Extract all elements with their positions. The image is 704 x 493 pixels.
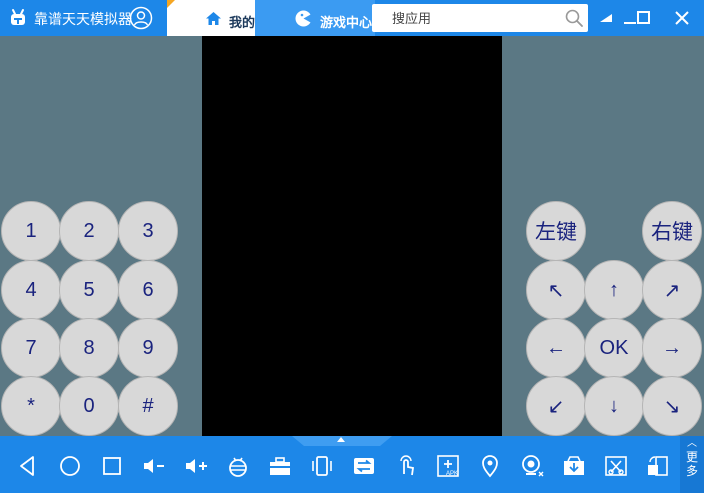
bee-icon <box>229 457 247 477</box>
dpad-down[interactable]: ↓ <box>584 376 644 436</box>
close-icon[interactable] <box>670 6 694 30</box>
emulator-screen[interactable] <box>202 36 502 436</box>
location-icon <box>482 455 498 478</box>
keypad-key-0[interactable]: 0 <box>59 376 119 436</box>
keypad-key-1[interactable]: 1 <box>1 201 61 261</box>
left-click-button[interactable]: 左键 <box>526 201 586 261</box>
dpad-down-left[interactable]: ↙ <box>526 376 586 436</box>
volume-down-button[interactable] <box>136 448 172 484</box>
camera-button[interactable] <box>514 448 550 484</box>
search-icon[interactable] <box>565 9 583 27</box>
right-click-button[interactable]: 右键 <box>642 201 702 261</box>
keypad-key-3[interactable]: 3 <box>118 201 178 261</box>
dpad-up[interactable]: ↑ <box>584 260 644 320</box>
keypad-key-hash[interactable]: # <box>118 376 178 436</box>
app-logo-icon <box>11 9 25 25</box>
tab-my-label: 我的 <box>229 15 255 30</box>
dpad-up-right[interactable]: ↗ <box>642 260 702 320</box>
toolbox-icon <box>270 457 290 475</box>
keypad-key-2[interactable]: 2 <box>59 201 119 261</box>
dpad-up-left[interactable]: ↖ <box>526 260 586 320</box>
tab-corner-fold <box>167 0 175 8</box>
search-input[interactable] <box>392 4 562 32</box>
screenshot-icon <box>605 456 627 476</box>
menu-triangle-icon[interactable] <box>594 6 618 30</box>
screenshot-button[interactable] <box>598 448 634 484</box>
home-tab-icon <box>206 12 221 25</box>
tab-game-center-label: 游戏中心 <box>320 15 373 30</box>
account-icon[interactable] <box>129 6 153 30</box>
keypad-key-6[interactable]: 6 <box>118 260 178 320</box>
back-icon <box>20 456 34 476</box>
shake-button[interactable] <box>304 448 340 484</box>
back-button[interactable] <box>9 448 45 484</box>
add-apk-button[interactable]: APK <box>430 448 466 484</box>
shake-icon <box>312 456 332 476</box>
location-button[interactable] <box>472 448 508 484</box>
apk-label: APK <box>446 471 458 477</box>
dpad-right[interactable]: → <box>642 318 702 378</box>
recent-apps-button[interactable] <box>94 448 130 484</box>
rotate-icon <box>648 456 668 476</box>
keypad-key-5[interactable]: 5 <box>59 260 119 320</box>
volume-down-icon <box>144 459 164 473</box>
maximize-icon[interactable] <box>632 6 656 30</box>
switch-icon <box>354 458 374 474</box>
recent-apps-icon <box>103 457 121 475</box>
keypad-key-star[interactable]: * <box>1 376 61 436</box>
touch-button[interactable] <box>388 448 424 484</box>
search-box <box>372 4 588 32</box>
toolbox-button[interactable] <box>262 448 298 484</box>
volume-up-icon <box>186 459 207 473</box>
tab-my[interactable]: 我的 <box>167 0 255 36</box>
camera-icon <box>522 455 544 477</box>
switch-button[interactable] <box>346 448 382 484</box>
more-label: 更多 <box>685 450 698 478</box>
dpad-ok[interactable]: OK <box>584 318 644 378</box>
install-icon <box>564 456 584 475</box>
keypad-key-4[interactable]: 4 <box>1 260 61 320</box>
tab-game-center[interactable]: 游戏中心 <box>255 0 375 36</box>
bee-button[interactable] <box>220 448 256 484</box>
chevron-up-icon: ︿ <box>687 438 697 449</box>
keypad-key-7[interactable]: 7 <box>1 318 61 378</box>
add-apk-icon: APK <box>437 455 459 477</box>
rotate-button[interactable] <box>640 448 676 484</box>
more-button[interactable]: ︿ 更多 <box>680 436 704 493</box>
game-center-icon <box>295 10 312 27</box>
volume-up-button[interactable] <box>178 448 214 484</box>
dpad-down-right[interactable]: ↘ <box>642 376 702 436</box>
keypad-key-9[interactable]: 9 <box>118 318 178 378</box>
dpad-left[interactable]: ← <box>526 318 586 378</box>
home-button[interactable] <box>52 448 88 484</box>
install-button[interactable] <box>556 448 592 484</box>
touch-icon <box>400 455 415 476</box>
keypad-key-8[interactable]: 8 <box>59 318 119 378</box>
home-icon <box>60 456 80 476</box>
collapse-arrow-icon <box>337 437 345 442</box>
